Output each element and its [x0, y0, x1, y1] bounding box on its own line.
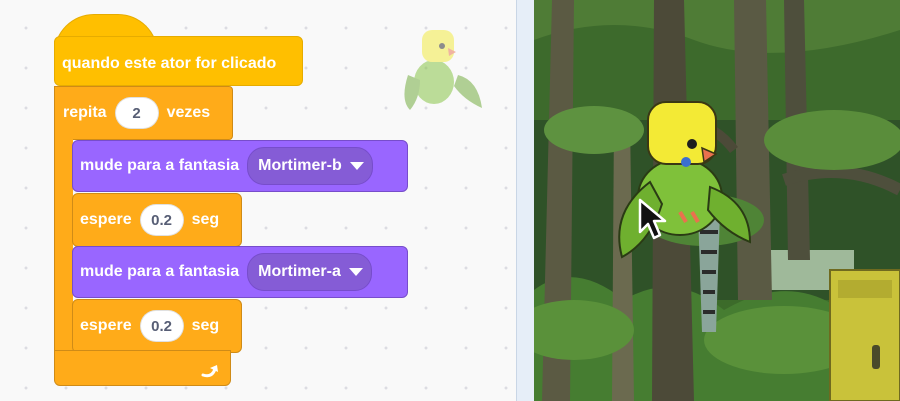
repeat-block-arm [54, 138, 73, 352]
wait-unit-label: seg [191, 211, 220, 228]
workspace-stage-divider [516, 0, 534, 401]
hat-block-label: quando este ator for clicado [62, 55, 277, 72]
wait-unit-label: seg [191, 317, 220, 334]
loop-arrow-icon [201, 365, 218, 378]
switch-costume-label: mude para a fantasia [80, 263, 240, 280]
when-sprite-clicked-block[interactable]: quando este ator for clicado [54, 36, 303, 86]
repeat-label-after: vezes [166, 104, 211, 121]
switch-costume-label: mude para a fantasia [80, 157, 240, 174]
switch-costume-block[interactable]: mude para a fantasia Mortimer-a [72, 246, 408, 298]
repeat-label-before: repita [63, 104, 107, 121]
dropdown-caret-icon [348, 268, 363, 276]
mouse-cursor-icon [638, 198, 667, 240]
stage[interactable] [534, 0, 900, 401]
switch-costume-block[interactable]: mude para a fantasia Mortimer-b [72, 140, 408, 192]
wait-seconds-input[interactable]: 0.2 [139, 204, 184, 236]
wait-block[interactable]: espere 0.2 seg [72, 193, 242, 247]
wait-block[interactable]: espere 0.2 seg [72, 299, 242, 353]
costume-dropdown-value: Mortimer-b [258, 157, 342, 174]
code-workspace[interactable]: quando este ator for clicado repita 2 ve… [0, 0, 516, 401]
costume-dropdown[interactable]: Mortimer-a [247, 253, 372, 291]
wait-label: espere [80, 317, 132, 334]
costume-dropdown[interactable]: Mortimer-b [247, 147, 373, 185]
sprite-drag-preview [404, 30, 482, 110]
budgie-sprite[interactable] [610, 92, 760, 332]
wait-label: espere [80, 211, 132, 228]
repeat-block[interactable]: repita 2 vezes [54, 86, 233, 140]
dropdown-caret-icon [349, 162, 364, 170]
wait-seconds-input[interactable]: 0.2 [139, 310, 184, 342]
costume-dropdown-value: Mortimer-a [258, 263, 341, 280]
repeat-count-input[interactable]: 2 [114, 97, 159, 129]
